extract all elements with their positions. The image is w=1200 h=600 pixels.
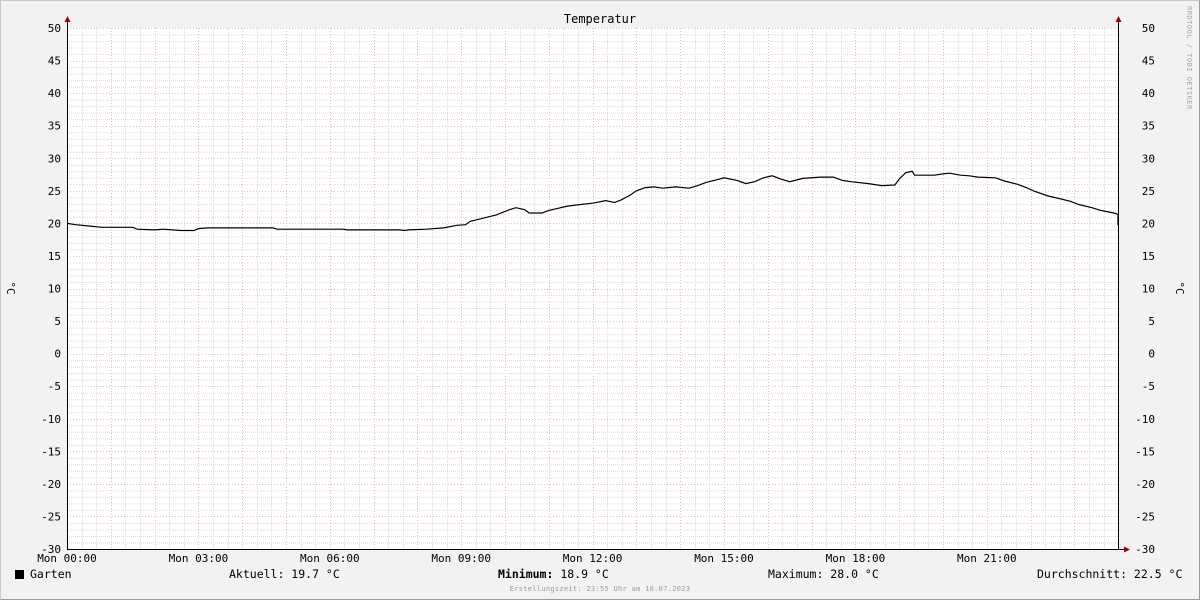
x-tick-label: Mon 09:00 xyxy=(431,552,491,565)
y-tick-label-right: -25 xyxy=(1135,510,1155,523)
y-tick-label-right: 5 xyxy=(1148,315,1155,328)
y-tick-label-left: 40 xyxy=(48,87,61,100)
y-tick-label-right: 20 xyxy=(1142,217,1155,230)
y-tick-label-left: -20 xyxy=(41,478,61,491)
legend-minimum-label: Minimum: xyxy=(498,567,554,581)
creation-time: Erstellungszeit: 23:55 Uhr am 10.07.2023 xyxy=(509,585,691,593)
y-tick-label-right: 50 xyxy=(1142,22,1155,35)
y-tick-label-right: -5 xyxy=(1142,380,1155,393)
y-tick-label-left: 30 xyxy=(48,152,61,165)
y-tick-label-right: -30 xyxy=(1135,543,1155,556)
y-tick-label-left: 10 xyxy=(48,283,61,296)
x-tick-label: Mon 18:00 xyxy=(826,552,886,565)
legend-maximum: Maximum: 28.0 °C xyxy=(768,567,879,581)
x-tick-label: Mon 15:00 xyxy=(694,552,754,565)
x-tick-label: Mon 03:00 xyxy=(169,552,229,565)
legend-series: Garten xyxy=(15,567,72,581)
x-tick-label: Mon 06:00 xyxy=(300,552,360,565)
legend-minimum: Minimum: 18.9 °C xyxy=(498,567,609,581)
y-tick-label-right: 30 xyxy=(1142,152,1155,165)
temperature-chart: Temperatur °C °C RRDTOOL / TOBI OETIKER … xyxy=(4,6,1193,565)
y-tick-label-right: 10 xyxy=(1142,283,1155,296)
y-tick-label-right: 0 xyxy=(1148,348,1155,361)
x-axis-arrow xyxy=(1124,546,1130,553)
x-tick-label: Mon 21:00 xyxy=(957,552,1017,565)
y-tick-label-left: 20 xyxy=(48,217,61,230)
y-axis-label-left: °C xyxy=(4,281,17,294)
y-axis-arrow-right xyxy=(1115,16,1122,22)
rrdtool-watermark: RRDTOOL / TOBI OETIKER xyxy=(1185,6,1193,110)
y-tick-label-right: 15 xyxy=(1142,250,1155,263)
y-tick-label-right: -15 xyxy=(1135,445,1155,458)
y-tick-label-left: 50 xyxy=(48,22,61,35)
y-tick-label-right: 35 xyxy=(1142,120,1155,133)
plot-area xyxy=(67,28,1118,549)
y-tick-label-left: 15 xyxy=(48,250,61,263)
y-tick-label-left: 45 xyxy=(48,55,61,68)
y-tick-label-left: 5 xyxy=(54,315,61,328)
grid-lines xyxy=(67,28,1118,550)
x-tick-label: Mon 00:00 xyxy=(37,552,97,565)
y-tick-label-left: -15 xyxy=(41,445,61,458)
y-tick-label-right: 25 xyxy=(1142,185,1155,198)
y-tick-label-left: 35 xyxy=(48,120,61,133)
y-tick-label-right: 45 xyxy=(1142,55,1155,68)
legend-swatch xyxy=(15,570,24,579)
chart-title: Temperatur xyxy=(564,12,636,26)
legend-current: Aktuell: 19.7 °C xyxy=(229,567,340,581)
y-tick-label-left: -5 xyxy=(48,380,61,393)
y-tick-label-left: 25 xyxy=(48,185,61,198)
y-tick-label-left: -10 xyxy=(41,413,61,426)
y-tick-label-left: -25 xyxy=(41,510,61,523)
legend-series-name: Garten xyxy=(30,567,72,581)
y-tick-label-right: -20 xyxy=(1135,478,1155,491)
x-tick-label: Mon 12:00 xyxy=(563,552,623,565)
y-tick-label-right: -10 xyxy=(1135,413,1155,426)
legend-minimum-value: 18.9 °C xyxy=(553,567,609,581)
y-tick-label-left: 0 xyxy=(54,348,61,361)
y-tick-label-right: 40 xyxy=(1142,87,1155,100)
legend-average: Durchschnitt: 22.5 °C xyxy=(1037,567,1183,581)
y-axis-label-right: °C xyxy=(1173,281,1186,294)
y-axis-arrow-left xyxy=(64,16,71,22)
